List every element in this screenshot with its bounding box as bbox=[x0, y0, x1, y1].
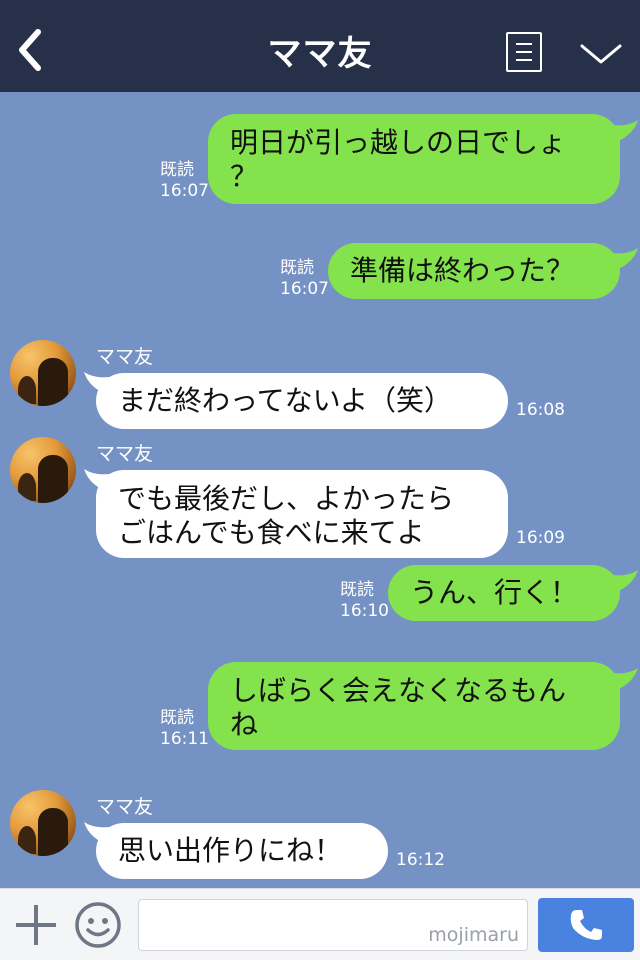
read-label: 既読 bbox=[340, 580, 374, 600]
read-receipt: 既読 16:07 bbox=[160, 160, 209, 202]
message-text-line: 思い出作りにね！ bbox=[118, 834, 343, 867]
read-label: 既読 bbox=[160, 160, 194, 180]
message-time: 16:09 bbox=[516, 528, 565, 548]
message-text-line: 明日が引っ越しの日でしょ bbox=[230, 126, 567, 159]
read-label: 既読 bbox=[160, 708, 194, 728]
message-time: 16:12 bbox=[396, 850, 445, 870]
message-text-line: でも最後だし、よかったら bbox=[118, 482, 455, 515]
message-text-line: ね bbox=[230, 708, 259, 741]
bubble-tail bbox=[606, 570, 638, 594]
message-text-line: ごはんでも食べに来てよ bbox=[118, 516, 425, 549]
menu-list-icon[interactable] bbox=[506, 32, 542, 72]
read-receipt: 既読 16:07 bbox=[280, 258, 329, 300]
message-bubble[interactable]: 準備は終わった？ bbox=[328, 243, 620, 299]
read-receipt: 既読 16:10 bbox=[340, 580, 389, 622]
avatar[interactable] bbox=[10, 437, 76, 503]
avatar[interactable] bbox=[10, 790, 76, 856]
avatar[interactable] bbox=[10, 340, 76, 406]
message-time: 16:11 bbox=[160, 729, 209, 749]
bubble-tail bbox=[606, 120, 638, 144]
sender-name: ママ友 bbox=[96, 443, 154, 465]
message-text-line: うん、行く！ bbox=[410, 576, 579, 609]
call-button[interactable] bbox=[538, 898, 634, 952]
message-text-line: まだ終わってないよ（笑） bbox=[118, 384, 453, 417]
watermark: mojimaru bbox=[428, 924, 519, 946]
message-input[interactable]: mojimaru bbox=[138, 899, 528, 951]
message-bubble[interactable]: うん、行く！ bbox=[388, 565, 620, 621]
chevron-down-icon[interactable] bbox=[578, 38, 624, 70]
message-time: 16:07 bbox=[160, 181, 209, 201]
message-bubble[interactable]: まだ終わってないよ（笑） bbox=[96, 373, 508, 429]
chat-header: ママ友 bbox=[0, 0, 640, 92]
message-text-line: しばらく会えなくなるもん bbox=[230, 674, 567, 707]
bubble-tail bbox=[606, 248, 638, 272]
input-bar: mojimaru bbox=[0, 888, 640, 960]
bubble-tail bbox=[606, 668, 638, 692]
sender-name: ママ友 bbox=[96, 346, 154, 368]
read-label: 既読 bbox=[280, 258, 314, 278]
phone-icon bbox=[570, 910, 602, 940]
plus-icon[interactable] bbox=[16, 905, 56, 945]
message-bubble[interactable]: 明日が引っ越しの日でしょ ？ bbox=[208, 114, 620, 204]
message-bubble[interactable]: 思い出作りにね！ bbox=[96, 823, 388, 879]
message-bubble[interactable]: しばらく会えなくなるもん ね bbox=[208, 662, 620, 750]
message-time: 16:08 bbox=[516, 400, 565, 420]
emoji-smile-icon[interactable] bbox=[74, 901, 122, 949]
message-time: 16:07 bbox=[280, 279, 329, 299]
read-receipt: 既読 16:11 bbox=[160, 708, 209, 750]
chat-title: ママ友 bbox=[267, 34, 373, 74]
sender-name: ママ友 bbox=[96, 796, 154, 818]
message-text-line: ？ bbox=[230, 160, 259, 193]
message-time: 16:10 bbox=[340, 601, 389, 621]
message-text-line: 準備は終わった？ bbox=[350, 254, 575, 287]
message-bubble[interactable]: でも最後だし、よかったら ごはんでも食べに来てよ bbox=[96, 470, 508, 558]
